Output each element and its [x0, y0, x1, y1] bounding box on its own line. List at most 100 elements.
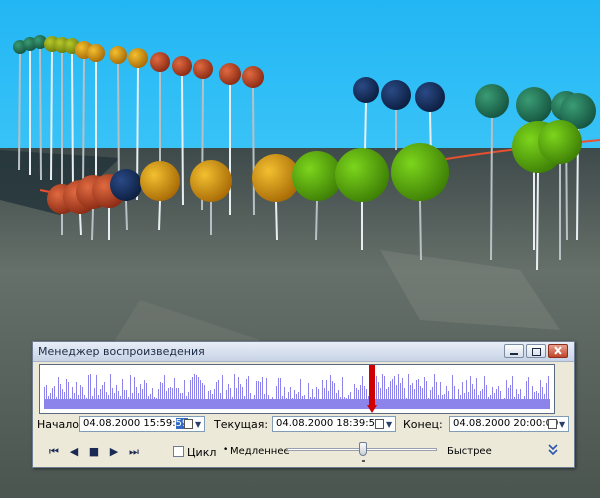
histogram-bar: [344, 397, 345, 409]
histogram-bar: [278, 378, 279, 409]
histogram-bar: [86, 398, 87, 409]
histogram-bar: [148, 396, 149, 409]
histogram-bar: [74, 393, 75, 409]
histogram-bar: [258, 381, 259, 409]
histogram-bar: [268, 395, 269, 409]
histogram-bar: [488, 397, 489, 409]
loop-label: Цикл: [187, 446, 217, 459]
marker-stem: [419, 200, 422, 261]
histogram-bar: [388, 387, 389, 409]
histogram-bar: [66, 379, 67, 409]
stop-button[interactable]: ■: [87, 445, 101, 459]
start-time-field[interactable]: 04.08.2000 15:59:59 ▼: [79, 416, 205, 432]
histogram-bar: [296, 394, 297, 409]
histogram-bar: [536, 391, 537, 409]
histogram-bar: [526, 381, 527, 409]
close-button[interactable]: [548, 344, 568, 358]
histogram-bar: [482, 389, 483, 409]
play-button[interactable]: ▶: [107, 445, 121, 459]
calendar-icon[interactable]: [375, 419, 384, 429]
histogram-bar: [474, 389, 475, 409]
expand-button[interactable]: [546, 443, 560, 457]
title-bar[interactable]: Менеджер воспроизведения: [33, 342, 574, 362]
histogram-bar: [146, 383, 147, 409]
histogram-bar: [348, 395, 349, 409]
calendar-icon[interactable]: [184, 419, 193, 429]
histogram-bar: [48, 396, 49, 409]
histogram-bar: [402, 378, 403, 409]
histogram-bar: [448, 391, 449, 409]
timeline[interactable]: [39, 364, 555, 414]
go-to-start-button[interactable]: ⏮: [47, 445, 61, 459]
playhead-pointer-icon: [367, 405, 377, 413]
close-icon: [554, 346, 562, 355]
histogram-bar: [314, 397, 315, 409]
histogram-bar: [286, 398, 287, 409]
histogram-bar: [512, 376, 513, 409]
histogram-bar: [516, 389, 517, 409]
marker-stem: [79, 213, 82, 236]
histogram-bar: [84, 395, 85, 409]
histogram-bar: [544, 394, 545, 409]
playhead[interactable]: [369, 365, 375, 405]
histogram-bar: [322, 380, 323, 409]
restore-button[interactable]: [526, 344, 546, 358]
dropdown-icon[interactable]: ▼: [195, 418, 201, 432]
histogram-bar: [492, 387, 493, 409]
histogram-bar: [284, 387, 285, 409]
histogram-bar: [332, 381, 333, 409]
marker-ball: [190, 160, 232, 202]
step-back-button[interactable]: ◀: [67, 445, 81, 459]
histogram-bar: [212, 394, 213, 409]
marker-stem: [364, 102, 367, 151]
marker-ball: [172, 56, 192, 76]
histogram-bar: [262, 377, 263, 409]
histogram-bar: [134, 377, 135, 409]
playback-manager-window[interactable]: Менеджер воспроизведения Начало: 04.08.2…: [32, 341, 575, 468]
histogram-bar: [138, 393, 139, 409]
dropdown-icon[interactable]: ▼: [559, 418, 565, 432]
histogram-bar: [352, 399, 353, 409]
marker-stem: [91, 208, 94, 241]
histogram-bar: [234, 374, 235, 409]
marker-ball: [242, 66, 264, 88]
marker-ball: [150, 52, 170, 72]
histogram-bar: [384, 376, 385, 409]
histogram-bar: [292, 398, 293, 409]
histogram-bar: [100, 389, 101, 409]
histogram-bar: [68, 382, 69, 409]
histogram-bar: [88, 375, 89, 409]
histogram-bar: [120, 396, 121, 409]
histogram-bar: [230, 388, 231, 409]
marker-ball: [87, 44, 105, 62]
minimize-button[interactable]: [504, 344, 524, 358]
calendar-icon[interactable]: [548, 419, 557, 429]
histogram-bar: [50, 393, 51, 409]
histogram-bar: [430, 390, 431, 409]
loop-checkbox[interactable]: [173, 446, 184, 457]
histogram-bar: [412, 383, 413, 409]
histogram-bar: [404, 388, 405, 409]
dropdown-icon[interactable]: ▼: [386, 418, 392, 432]
histogram-bar: [272, 397, 273, 409]
end-time-field[interactable]: 04.08.2000 20:00:00 ▼: [449, 416, 569, 432]
chevron-double-down-icon: [548, 444, 558, 456]
histogram-bar: [350, 392, 351, 409]
histogram-bar: [528, 377, 529, 409]
minimize-icon: [510, 353, 518, 355]
histogram-bar: [520, 389, 521, 409]
histogram-bar: [396, 385, 397, 409]
go-to-end-button[interactable]: ⏭: [127, 445, 141, 459]
end-time-value: 04.08.2000 20:00:00: [453, 418, 559, 429]
histogram-bar: [490, 395, 491, 409]
histogram-bar: [476, 378, 477, 409]
histogram-bar: [224, 399, 225, 409]
histogram-bar: [486, 385, 487, 409]
timeline-histogram[interactable]: [40, 365, 554, 413]
marker-ball: [391, 143, 449, 201]
histogram-bar: [408, 374, 409, 409]
histogram-bar: [198, 377, 199, 409]
speed-slider-thumb[interactable]: [359, 442, 367, 456]
histogram-bar: [298, 392, 299, 409]
current-time-field[interactable]: 04.08.2000 18:39:52 ▼: [272, 416, 396, 432]
